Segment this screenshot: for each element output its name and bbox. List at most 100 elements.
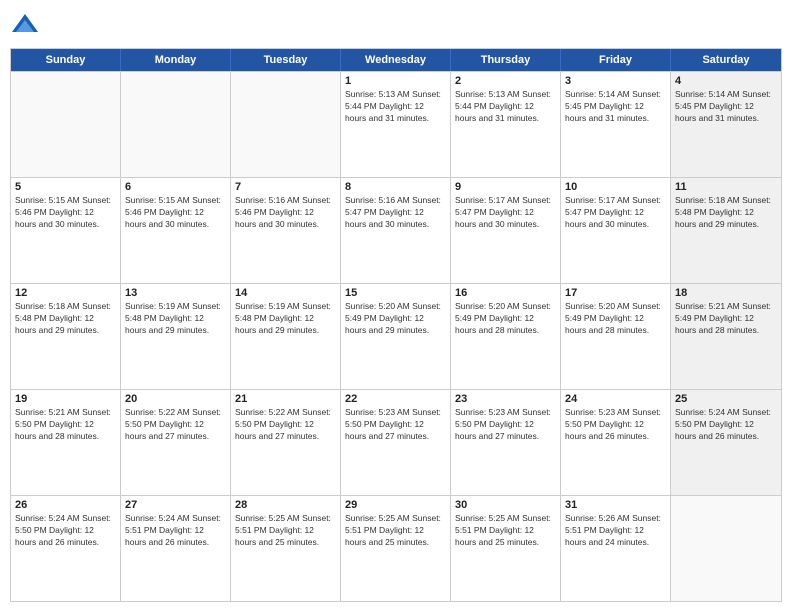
calendar-cell: 3 Sunrise: 5:14 AM Sunset: 5:45 PM Daylig…: [561, 72, 671, 177]
calendar-cell: 11 Sunrise: 5:18 AM Sunset: 5:48 PM Dayli…: [671, 178, 781, 283]
day-number: 15: [345, 287, 446, 299]
calendar-cell: 14 Sunrise: 5:19 AM Sunset: 5:48 PM Dayli…: [231, 284, 341, 389]
day-info: Sunrise: 5:24 AM Sunset: 5:50 PM Dayligh…: [675, 407, 777, 443]
day-number: 25: [675, 393, 777, 405]
calendar-cell: 16 Sunrise: 5:20 AM Sunset: 5:49 PM Dayli…: [451, 284, 561, 389]
calendar-cell: [671, 496, 781, 601]
day-info: Sunrise: 5:18 AM Sunset: 5:48 PM Dayligh…: [675, 195, 777, 231]
day-number: 24: [565, 393, 666, 405]
calendar-cell: 15 Sunrise: 5:20 AM Sunset: 5:49 PM Dayli…: [341, 284, 451, 389]
day-info: Sunrise: 5:18 AM Sunset: 5:48 PM Dayligh…: [15, 301, 116, 337]
page: SundayMondayTuesdayWednesdayThursdayFrid…: [0, 0, 792, 612]
day-number: 9: [455, 181, 556, 193]
day-info: Sunrise: 5:23 AM Sunset: 5:50 PM Dayligh…: [345, 407, 446, 443]
day-info: Sunrise: 5:22 AM Sunset: 5:50 PM Dayligh…: [125, 407, 226, 443]
day-number: 31: [565, 499, 666, 511]
calendar-body: 1 Sunrise: 5:13 AM Sunset: 5:44 PM Daylig…: [11, 71, 781, 601]
calendar-week-5: 26 Sunrise: 5:24 AM Sunset: 5:50 PM Dayli…: [11, 495, 781, 601]
day-info: Sunrise: 5:20 AM Sunset: 5:49 PM Dayligh…: [345, 301, 446, 337]
day-number: 22: [345, 393, 446, 405]
calendar-cell: 1 Sunrise: 5:13 AM Sunset: 5:44 PM Daylig…: [341, 72, 451, 177]
calendar-cell: [121, 72, 231, 177]
calendar-cell: 30 Sunrise: 5:25 AM Sunset: 5:51 PM Dayli…: [451, 496, 561, 601]
day-number: 10: [565, 181, 666, 193]
day-number: 19: [15, 393, 116, 405]
calendar-cell: 29Sunrise: 5:25 AM Sunset: 5:51 PM Dayli…: [341, 496, 451, 601]
day-info: Sunrise: 5:20 AM Sunset: 5:49 PM Dayligh…: [565, 301, 666, 337]
day-number: 2: [455, 75, 556, 87]
day-number: 21: [235, 393, 336, 405]
header-day-monday: Monday: [121, 49, 231, 71]
day-info: Sunrise: 5:16 AM Sunset: 5:46 PM Dayligh…: [235, 195, 336, 231]
calendar-cell: 28Sunrise: 5:25 AM Sunset: 5:51 PM Dayli…: [231, 496, 341, 601]
day-number: 3: [565, 75, 666, 87]
day-number: 1: [345, 75, 446, 87]
calendar-cell: [11, 72, 121, 177]
day-number: 16: [455, 287, 556, 299]
calendar-cell: 26 Sunrise: 5:24 AM Sunset: 5:50 PM Dayli…: [11, 496, 121, 601]
calendar-cell: 6Sunrise: 5:15 AM Sunset: 5:46 PM Daylig…: [121, 178, 231, 283]
header-day-wednesday: Wednesday: [341, 49, 451, 71]
calendar-cell: 20Sunrise: 5:22 AM Sunset: 5:50 PM Dayli…: [121, 390, 231, 495]
calendar-cell: 5 Sunrise: 5:15 AM Sunset: 5:46 PM Daylig…: [11, 178, 121, 283]
calendar-cell: 10 Sunrise: 5:17 AM Sunset: 5:47 PM Dayli…: [561, 178, 671, 283]
calendar-week-1: 1 Sunrise: 5:13 AM Sunset: 5:44 PM Daylig…: [11, 71, 781, 177]
day-number: 23: [455, 393, 556, 405]
header-day-sunday: Sunday: [11, 49, 121, 71]
day-number: 7: [235, 181, 336, 193]
calendar-cell: 24 Sunrise: 5:23 AM Sunset: 5:50 PM Dayli…: [561, 390, 671, 495]
calendar-cell: 21 Sunrise: 5:22 AM Sunset: 5:50 PM Dayli…: [231, 390, 341, 495]
day-info: Sunrise: 5:22 AM Sunset: 5:50 PM Dayligh…: [235, 407, 336, 443]
day-info: Sunrise: 5:19 AM Sunset: 5:48 PM Dayligh…: [235, 301, 336, 337]
calendar-cell: 13Sunrise: 5:19 AM Sunset: 5:48 PM Dayli…: [121, 284, 231, 389]
day-info: Sunrise: 5:20 AM Sunset: 5:49 PM Dayligh…: [455, 301, 556, 337]
day-info: Sunrise: 5:26 AM Sunset: 5:51 PM Dayligh…: [565, 513, 666, 549]
calendar-cell: 17Sunrise: 5:20 AM Sunset: 5:49 PM Dayli…: [561, 284, 671, 389]
calendar: SundayMondayTuesdayWednesdayThursdayFrid…: [10, 48, 782, 602]
day-info: Sunrise: 5:13 AM Sunset: 5:44 PM Dayligh…: [455, 89, 556, 125]
calendar-cell: 8 Sunrise: 5:16 AM Sunset: 5:47 PM Daylig…: [341, 178, 451, 283]
day-info: Sunrise: 5:24 AM Sunset: 5:50 PM Dayligh…: [15, 513, 116, 549]
day-info: Sunrise: 5:25 AM Sunset: 5:51 PM Dayligh…: [345, 513, 446, 549]
day-number: 14: [235, 287, 336, 299]
calendar-cell: 18 Sunrise: 5:21 AM Sunset: 5:49 PM Dayli…: [671, 284, 781, 389]
day-number: 30: [455, 499, 556, 511]
day-info: Sunrise: 5:25 AM Sunset: 5:51 PM Dayligh…: [455, 513, 556, 549]
day-info: Sunrise: 5:21 AM Sunset: 5:49 PM Dayligh…: [675, 301, 777, 337]
day-number: 18: [675, 287, 777, 299]
calendar-cell: 12 Sunrise: 5:18 AM Sunset: 5:48 PM Dayli…: [11, 284, 121, 389]
calendar-cell: 7 Sunrise: 5:16 AM Sunset: 5:46 PM Daylig…: [231, 178, 341, 283]
logo: [10, 10, 44, 40]
calendar-cell: [231, 72, 341, 177]
calendar-cell: 9Sunrise: 5:17 AM Sunset: 5:47 PM Daylig…: [451, 178, 561, 283]
day-number: 5: [15, 181, 116, 193]
day-number: 27: [125, 499, 226, 511]
day-number: 4: [675, 75, 777, 87]
day-info: Sunrise: 5:14 AM Sunset: 5:45 PM Dayligh…: [675, 89, 777, 125]
day-info: Sunrise: 5:17 AM Sunset: 5:47 PM Dayligh…: [565, 195, 666, 231]
day-number: 11: [675, 181, 777, 193]
day-info: Sunrise: 5:23 AM Sunset: 5:50 PM Dayligh…: [565, 407, 666, 443]
day-info: Sunrise: 5:13 AM Sunset: 5:44 PM Dayligh…: [345, 89, 446, 125]
calendar-cell: 19 Sunrise: 5:21 AM Sunset: 5:50 PM Dayli…: [11, 390, 121, 495]
header: [10, 10, 782, 40]
header-day-saturday: Saturday: [671, 49, 781, 71]
calendar-header-row: SundayMondayTuesdayWednesdayThursdayFrid…: [11, 49, 781, 71]
day-info: Sunrise: 5:16 AM Sunset: 5:47 PM Dayligh…: [345, 195, 446, 231]
calendar-cell: 22 Sunrise: 5:23 AM Sunset: 5:50 PM Dayli…: [341, 390, 451, 495]
day-info: Sunrise: 5:24 AM Sunset: 5:51 PM Dayligh…: [125, 513, 226, 549]
calendar-week-4: 19 Sunrise: 5:21 AM Sunset: 5:50 PM Dayli…: [11, 389, 781, 495]
calendar-cell: 31 Sunrise: 5:26 AM Sunset: 5:51 PM Dayli…: [561, 496, 671, 601]
calendar-cell: 25 Sunrise: 5:24 AM Sunset: 5:50 PM Dayli…: [671, 390, 781, 495]
day-info: Sunrise: 5:21 AM Sunset: 5:50 PM Dayligh…: [15, 407, 116, 443]
day-info: Sunrise: 5:15 AM Sunset: 5:46 PM Dayligh…: [15, 195, 116, 231]
day-number: 28: [235, 499, 336, 511]
day-info: Sunrise: 5:14 AM Sunset: 5:45 PM Dayligh…: [565, 89, 666, 125]
day-number: 12: [15, 287, 116, 299]
header-day-tuesday: Tuesday: [231, 49, 341, 71]
day-number: 8: [345, 181, 446, 193]
calendar-week-3: 12 Sunrise: 5:18 AM Sunset: 5:48 PM Dayli…: [11, 283, 781, 389]
day-number: 26: [15, 499, 116, 511]
day-number: 6: [125, 181, 226, 193]
header-day-thursday: Thursday: [451, 49, 561, 71]
